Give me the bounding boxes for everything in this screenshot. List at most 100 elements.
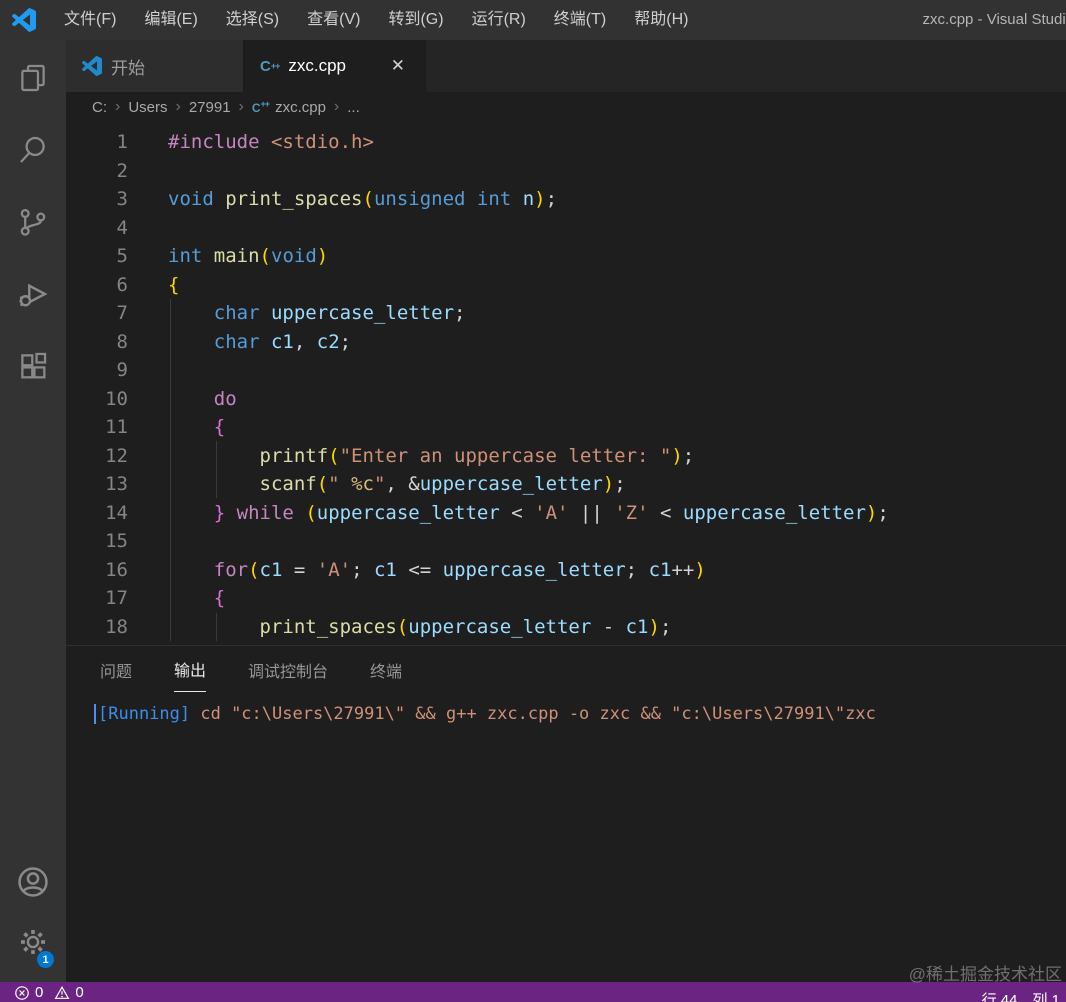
chevron-right-icon: › xyxy=(175,98,181,115)
line-number[interactable]: 2 xyxy=(66,157,128,186)
indent-guide xyxy=(170,299,171,641)
tab-close-icon[interactable]: ✕ xyxy=(387,54,409,78)
line-number[interactable]: 5 xyxy=(66,242,128,271)
line-number[interactable]: 6 xyxy=(66,271,128,300)
line-number[interactable]: 17 xyxy=(66,584,128,613)
code-line[interactable]: 2 xyxy=(66,157,1066,186)
line-number[interactable]: 16 xyxy=(66,556,128,585)
vscode-logo-icon xyxy=(12,8,36,32)
panel-tab-output[interactable]: 输出 xyxy=(174,657,207,692)
code-text: char c1, c2; xyxy=(213,330,352,353)
indent-guide xyxy=(216,441,217,498)
code-text: int main(void) xyxy=(168,245,329,267)
code-line[interactable]: 15 xyxy=(66,527,1066,556)
code-line[interactable]: 10 do xyxy=(66,385,1066,414)
breadcrumb-item[interactable]: ... xyxy=(345,99,362,116)
code-line[interactable]: 8 char c1, c2; xyxy=(66,328,1066,357)
line-number[interactable]: 12 xyxy=(66,442,128,471)
code-line[interactable]: 14 } while (uppercase_letter < 'A' || 'Z… xyxy=(66,499,1066,528)
cursor-position[interactable]: 行 44，列 1 xyxy=(982,989,1060,1002)
code-line[interactable]: 16 for(c1 = 'A'; c1 <= uppercase_letter;… xyxy=(66,556,1066,585)
line-number[interactable]: 11 xyxy=(66,413,128,442)
line-number[interactable]: 18 xyxy=(66,613,128,642)
breadcrumb-item[interactable]: C: xyxy=(90,99,109,116)
search-icon[interactable] xyxy=(0,120,66,180)
code-text: } while (uppercase_letter < 'A' || 'Z' <… xyxy=(213,501,889,524)
window-title: zxc.cpp - Visual Studio xyxy=(922,11,1066,28)
text-cursor xyxy=(94,704,96,724)
code-line[interactable]: 6{ xyxy=(66,271,1066,300)
line-number[interactable]: 14 xyxy=(66,499,128,528)
source-control-icon[interactable] xyxy=(0,192,66,252)
code-area[interactable]: 1 #include <stdio.h> 2 3 void print_spaces(u… xyxy=(66,128,1066,641)
code-line[interactable]: 5 int main(void) xyxy=(66,242,1066,271)
vscode-window: 文件(F) 编辑(E) 选择(S) 查看(V) 转到(G) 运行(R) 终端(T… xyxy=(0,0,1066,1002)
breadcrumb-item[interactable]: Users xyxy=(126,99,169,116)
code-text: printf("Enter an uppercase letter: "); xyxy=(259,444,695,467)
code-line[interactable]: 11 { xyxy=(66,413,1066,442)
menu-file[interactable]: 文件(F) xyxy=(50,0,130,40)
code-text: for(c1 = 'A'; c1 <= uppercase_letter; c1… xyxy=(213,558,706,581)
line-number[interactable]: 10 xyxy=(66,385,128,414)
error-count: 0 xyxy=(35,984,44,1001)
output-console[interactable]: [Running] cd "c:\Users\27991\" && g++ zx… xyxy=(66,692,1066,726)
line-number[interactable]: 13 xyxy=(66,470,128,499)
menu-terminal[interactable]: 终端(T) xyxy=(540,0,620,40)
menu-selection[interactable]: 选择(S) xyxy=(212,0,293,40)
code-line[interactable]: 7 char uppercase_letter; xyxy=(66,299,1066,328)
accounts-icon[interactable] xyxy=(0,852,66,912)
activity-bar: 1 xyxy=(0,40,66,982)
indent-guide xyxy=(216,613,217,641)
code-text: scanf(" %c", &uppercase_letter); xyxy=(259,473,626,495)
line-number[interactable]: 9 xyxy=(66,356,128,385)
explorer-icon[interactable] xyxy=(0,48,66,108)
menu-run[interactable]: 运行(R) xyxy=(458,0,540,40)
line-number[interactable]: 15 xyxy=(66,527,128,556)
tab-welcome[interactable]: 开始 xyxy=(66,40,244,92)
panel-tab-problems[interactable]: 问题 xyxy=(100,658,132,692)
breadcrumb-item[interactable]: 27991 xyxy=(187,99,233,116)
panel-tab-bar: 问题 输出 调试控制台 终端 xyxy=(66,646,1066,692)
line-number[interactable]: 3 xyxy=(66,185,128,214)
watermark: @稀土掘金技术社区 xyxy=(908,965,1062,984)
breadcrumb-item[interactable]: zxc.cpp xyxy=(273,99,328,116)
code-text: { xyxy=(213,587,226,609)
code-text: { xyxy=(213,416,226,438)
bottom-panel: 问题 输出 调试控制台 终端 [Running] cd "c:\Users\27… xyxy=(66,645,1066,982)
code-line[interactable]: 4 xyxy=(66,214,1066,243)
warning-icon xyxy=(54,985,70,999)
menu-edit[interactable]: 编辑(E) xyxy=(130,0,211,40)
menu-view[interactable]: 查看(V) xyxy=(293,0,374,40)
vscode-logo-icon xyxy=(82,56,102,76)
line-number[interactable]: 4 xyxy=(66,214,128,243)
run-debug-icon[interactable] xyxy=(0,264,66,324)
problems-status[interactable]: 0 0 xyxy=(14,984,84,1001)
tab-zxc-cpp[interactable]: C ++ zxc.cpp ✕ xyxy=(244,40,426,92)
chevron-right-icon: › xyxy=(333,98,340,115)
chevron-right-icon: › xyxy=(115,98,121,115)
panel-tab-debug-console[interactable]: 调试控制台 xyxy=(248,658,328,692)
line-number[interactable]: 1 xyxy=(66,128,128,157)
extensions-icon[interactable] xyxy=(0,336,66,396)
code-editor[interactable]: 1 #include <stdio.h> 2 3 void print_spaces(u… xyxy=(66,122,1066,645)
editor-tab-bar: 开始 C ++ zxc.cpp ✕ xyxy=(66,40,1066,92)
code-text: print_spaces(uppercase_letter - c1); xyxy=(259,615,672,638)
code-text: void print_spaces(unsigned int n); xyxy=(168,188,558,210)
code-line[interactable]: 17 { xyxy=(66,584,1066,613)
menu-help[interactable]: 帮助(H) xyxy=(620,0,702,40)
settings-gear-icon[interactable]: 1 xyxy=(0,912,66,972)
code-text: do xyxy=(213,387,237,410)
code-line[interactable]: 3 void print_spaces(unsigned int n); xyxy=(66,185,1066,214)
panel-tab-terminal[interactable]: 终端 xyxy=(370,658,402,692)
line-number[interactable]: 8 xyxy=(66,328,128,357)
status-bar: 0 0 行 44，列 1 xyxy=(0,982,1066,1002)
code-text: char uppercase_letter; xyxy=(213,302,466,324)
menu-go[interactable]: 转到(G) xyxy=(374,0,457,40)
line-number[interactable]: 7 xyxy=(66,299,128,328)
code-line[interactable]: 9 xyxy=(66,356,1066,385)
chevron-right-icon: › xyxy=(238,98,244,115)
code-text: { xyxy=(168,273,180,296)
code-line[interactable]: 1 #include <stdio.h> xyxy=(66,128,1066,157)
